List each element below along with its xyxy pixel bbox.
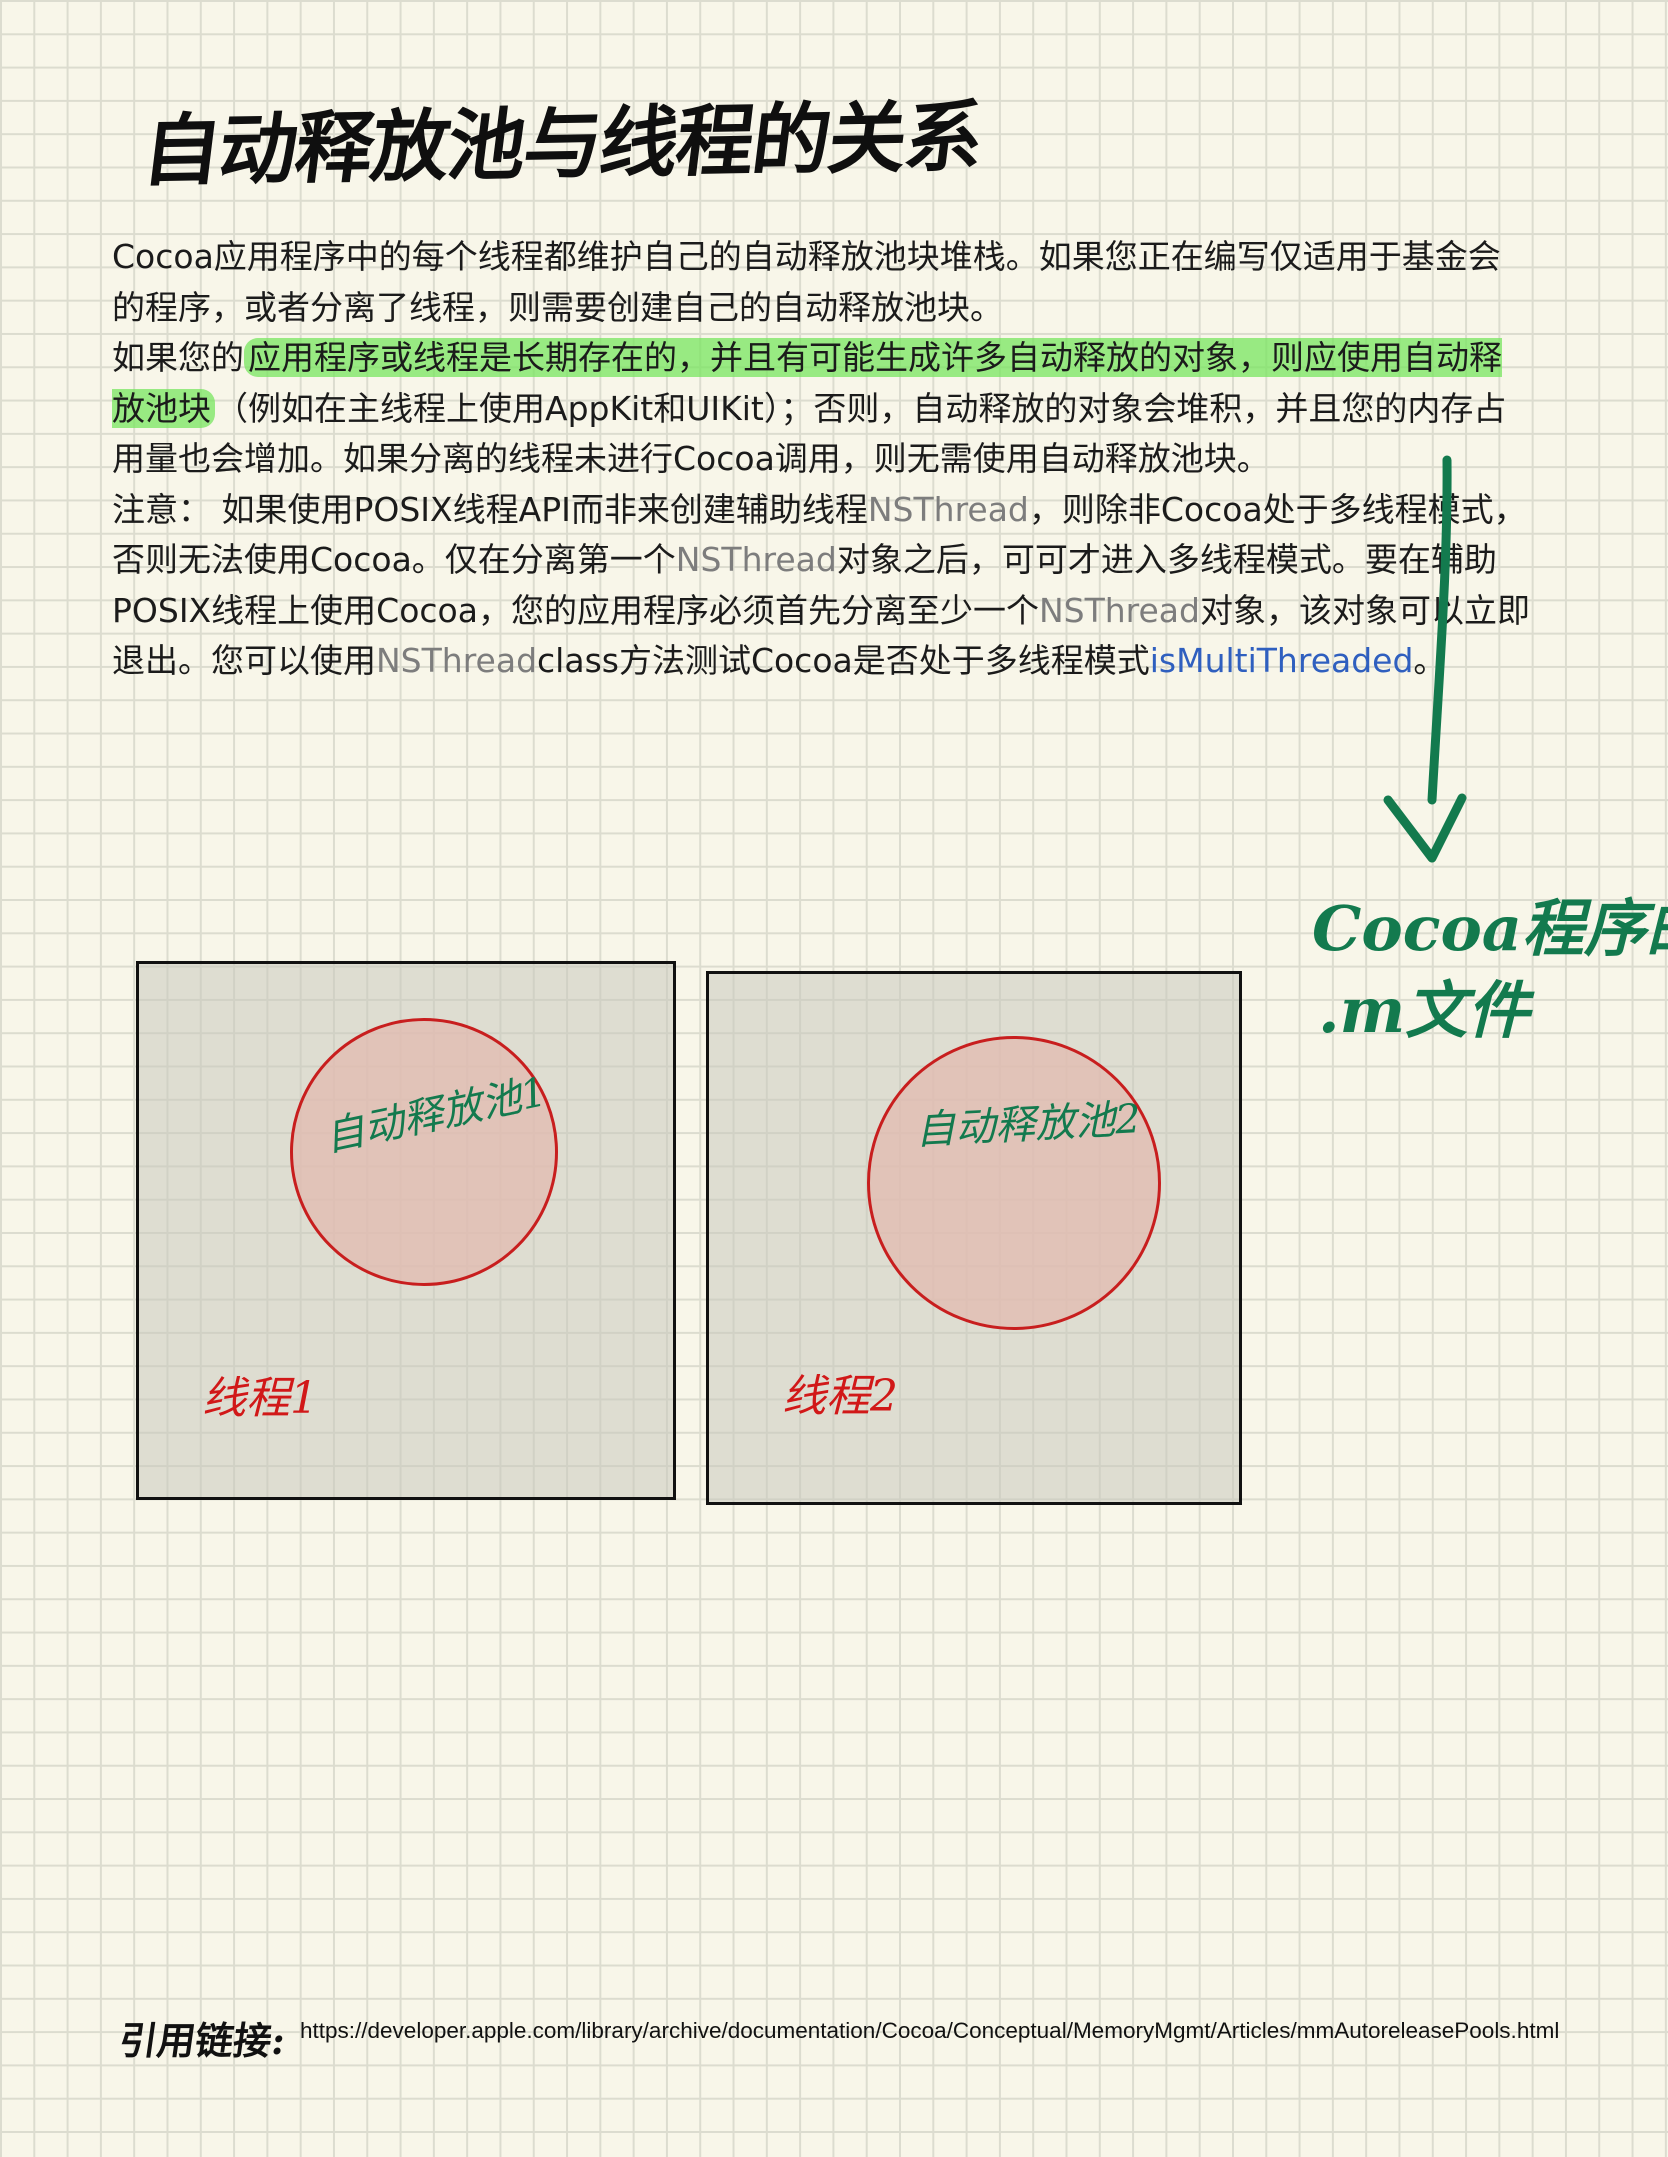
- pool-2-label: 自动释放池2: [914, 1096, 1142, 1154]
- autorelease-pool-2-circle: [867, 1036, 1161, 1330]
- annotation-line-1: Cocoa程序的: [1312, 892, 1668, 965]
- thread-1-label: 线程1: [202, 1373, 318, 1424]
- reference-link[interactable]: https://developer.apple.com/library/arch…: [300, 2018, 1559, 2044]
- thread-2-label: 线程2: [782, 1371, 898, 1422]
- annotation-line-2: .m文件: [1318, 974, 1530, 1047]
- reference-label: 引用链接:: [116, 2018, 289, 2063]
